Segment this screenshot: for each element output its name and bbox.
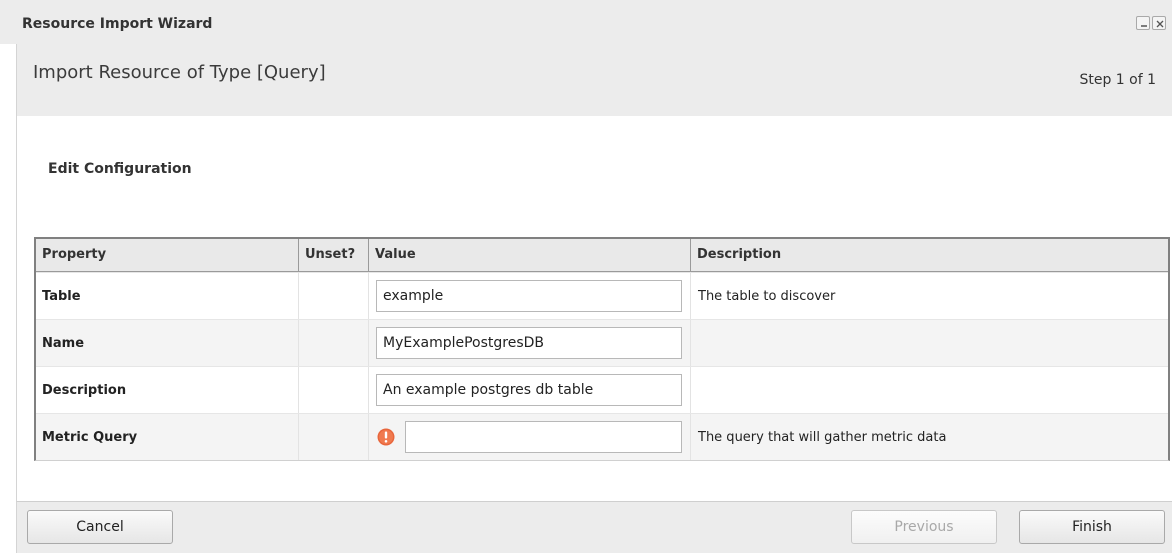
property-name: Name <box>36 320 299 366</box>
error-icon <box>377 428 395 446</box>
unset-cell[interactable] <box>299 367 369 413</box>
cancel-button[interactable]: Cancel <box>27 510 173 544</box>
title-bar: Resource Import Wizard <box>0 0 1172 44</box>
wizard-footer: Cancel Previous Finish <box>16 501 1172 553</box>
configuration-grid: Property Unset? Value Description Table … <box>34 237 1170 461</box>
value-cell <box>369 320 691 366</box>
column-header-unset[interactable]: Unset? <box>299 239 369 271</box>
property-name: Description <box>36 367 299 413</box>
previous-button[interactable]: Previous <box>851 510 997 544</box>
property-description <box>691 367 1168 413</box>
column-header-property[interactable]: Property <box>36 239 299 271</box>
close-icon <box>1156 20 1164 28</box>
table-row: Name <box>36 319 1168 366</box>
value-cell <box>369 273 691 319</box>
wizard-header: Import Resource of Type [Query] Step 1 o… <box>16 44 1172 116</box>
name-value-input[interactable] <box>376 327 682 359</box>
unset-cell[interactable] <box>299 273 369 319</box>
table-value-input[interactable] <box>376 280 682 312</box>
table-row: Metric Query The query that will gather … <box>36 413 1168 460</box>
property-description <box>691 320 1168 366</box>
property-description: The table to discover <box>698 289 836 304</box>
table-row: Table The table to discover <box>36 272 1168 319</box>
minimize-button[interactable] <box>1136 16 1150 30</box>
resource-import-wizard-window: Resource Import Wizard Import Resource o… <box>0 0 1172 553</box>
property-name: Table <box>36 273 299 319</box>
finish-button[interactable]: Finish <box>1019 510 1165 544</box>
property-description: The query that will gather metric data <box>691 414 1168 460</box>
table-row: Description <box>36 366 1168 413</box>
wizard-title: Import Resource of Type [Query] <box>33 62 326 83</box>
step-indicator: Step 1 of 1 <box>1079 72 1156 88</box>
unset-cell[interactable] <box>299 320 369 366</box>
column-header-description[interactable]: Description <box>691 239 1168 271</box>
close-button[interactable] <box>1152 16 1166 30</box>
metric-query-value-input[interactable] <box>405 421 682 453</box>
description-value-input[interactable] <box>376 374 682 406</box>
section-title: Edit Configuration <box>48 161 192 177</box>
window-title: Resource Import Wizard <box>22 16 213 32</box>
value-cell <box>369 367 691 413</box>
column-header-value[interactable]: Value <box>369 239 691 271</box>
minimize-icon <box>1141 25 1147 27</box>
grid-header: Property Unset? Value Description <box>36 239 1168 272</box>
value-cell <box>369 414 691 460</box>
wizard-content: Edit Configuration Property Unset? Value… <box>16 116 1172 501</box>
unset-cell[interactable] <box>299 414 369 460</box>
property-name: Metric Query <box>36 414 299 460</box>
